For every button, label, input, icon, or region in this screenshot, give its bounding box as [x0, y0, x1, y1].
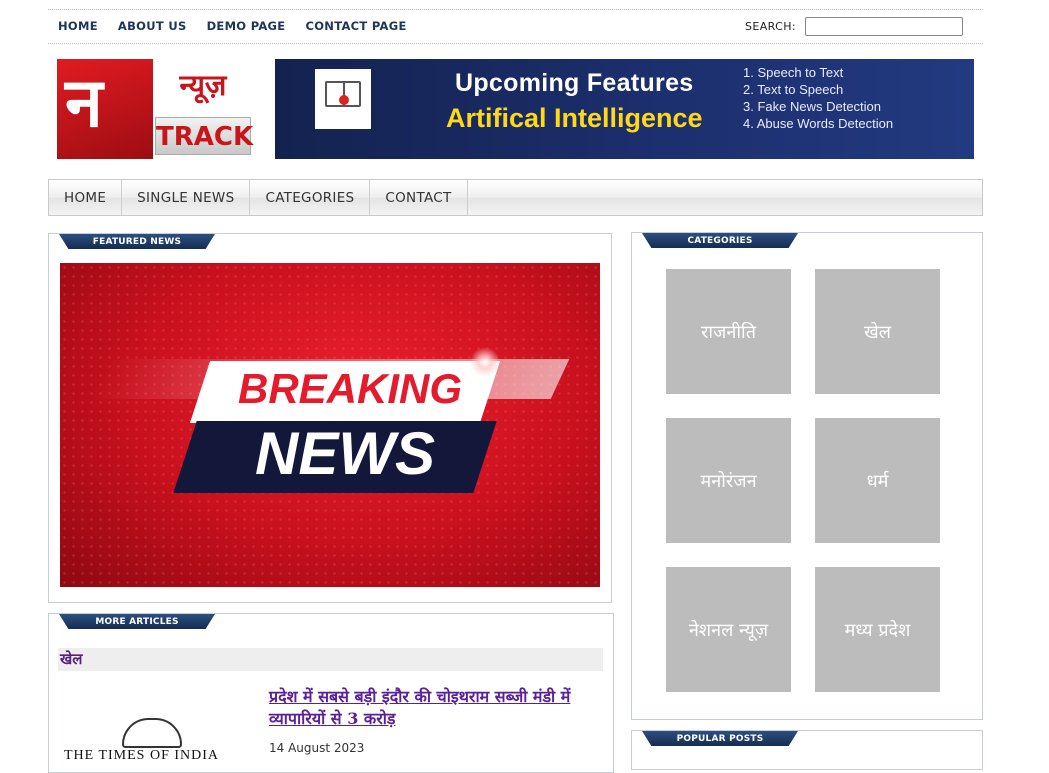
breaking-news-image[interactable]: BREAKING NEWS — [60, 263, 600, 587]
main-nav-single-news[interactable]: SINGLE NEWS — [122, 180, 251, 215]
more-articles-panel: MORE ARTICLES खेल THE TIMES OF INDIA प्र… — [48, 613, 614, 773]
banner-feature-list: 1. Speech to Text 2. Text to Speech 3. F… — [743, 64, 903, 132]
search-area: SEARCH: — [745, 17, 963, 36]
main-nav-contact[interactable]: CONTACT — [370, 180, 468, 215]
header-banner[interactable]: Upcoming Features Artifical Intelligence… — [275, 59, 974, 159]
category-tile-entertainment[interactable]: मनोरंजन — [666, 418, 791, 543]
category-tile-national-news[interactable]: नेशनल न्यूज़ — [666, 567, 791, 692]
logo-glyph: न — [65, 63, 103, 143]
search-input[interactable] — [805, 17, 963, 36]
news-text: NEWS — [255, 420, 435, 487]
search-label: SEARCH: — [744, 20, 796, 33]
logo-track-text: TRACK — [155, 117, 253, 155]
top-nav-demo-page[interactable]: DEMO PAGE — [207, 19, 286, 33]
category-tile-religion[interactable]: धर्म — [815, 418, 940, 543]
top-nav-contact-page[interactable]: CONTACT PAGE — [305, 19, 406, 33]
banner-heading: Upcoming Features — [455, 69, 694, 97]
site-logo[interactable]: न न्यूज़ TRACK — [57, 59, 253, 159]
book-icon — [315, 69, 371, 129]
more-articles-ribbon: MORE ARTICLES — [59, 614, 215, 629]
top-nav-home[interactable]: HOME — [58, 19, 98, 33]
article-thumbnail[interactable]: THE TIMES OF INDIA — [58, 686, 253, 766]
lens-flare — [470, 347, 500, 377]
top-nav: HOME ABOUT US DEMO PAGE CONTACT PAGE — [58, 19, 407, 33]
article-headline-link[interactable]: प्रदेश में सबसे बड़ी इंदौर की चोइथराम सब… — [269, 686, 609, 730]
book-dot — [339, 95, 349, 105]
category-tile-madhya-pradesh[interactable]: मध्य प्रदेश — [815, 567, 940, 692]
featured-news-ribbon: FEATURED NEWS — [59, 234, 215, 249]
main-nav-categories[interactable]: CATEGORIES — [250, 180, 371, 215]
article-date: 14 August 2023 — [269, 741, 365, 755]
main-nav: HOME SINGLE NEWS CATEGORIES CONTACT — [48, 179, 983, 216]
logo-hindi-text: न्यूज़ — [179, 68, 227, 102]
featured-news-panel: FEATURED NEWS BREAKING NEWS — [48, 233, 612, 603]
article-category-heading[interactable]: खेल — [58, 648, 603, 671]
newspaper-crest-icon — [122, 718, 182, 748]
banner-feature-item: 2. Text to Speech — [743, 82, 844, 97]
breaking-text: BREAKING — [237, 365, 462, 412]
banner-feature-item: 3. Fake News Detection — [743, 99, 882, 114]
thumbnail-masthead: THE TIMES OF INDIA — [64, 748, 220, 763]
banner-feature-item: 4. Abuse Words Detection — [743, 116, 894, 131]
logo-red-block: न — [57, 59, 153, 159]
categories-ribbon: CATEGORIES — [642, 233, 798, 248]
banner-feature-item: 1. Speech to Text — [743, 65, 844, 80]
main-nav-home[interactable]: HOME — [49, 180, 123, 215]
top-nav-about-us[interactable]: ABOUT US — [118, 19, 187, 33]
top-bar: HOME ABOUT US DEMO PAGE CONTACT PAGE SEA… — [48, 9, 983, 44]
popular-posts-panel: POPULAR POSTS — [631, 730, 983, 770]
category-tile-sports[interactable]: खेल — [815, 269, 940, 394]
popular-posts-ribbon: POPULAR POSTS — [642, 731, 798, 746]
category-tile-politics[interactable]: राजनीति — [666, 269, 791, 394]
categories-panel: CATEGORIES राजनीति खेल मनोरंजन धर्म नेशन… — [631, 232, 983, 720]
logo-text-block: न्यूज़ TRACK — [155, 59, 253, 159]
banner-subheading: Artifical Intelligence — [446, 103, 703, 133]
